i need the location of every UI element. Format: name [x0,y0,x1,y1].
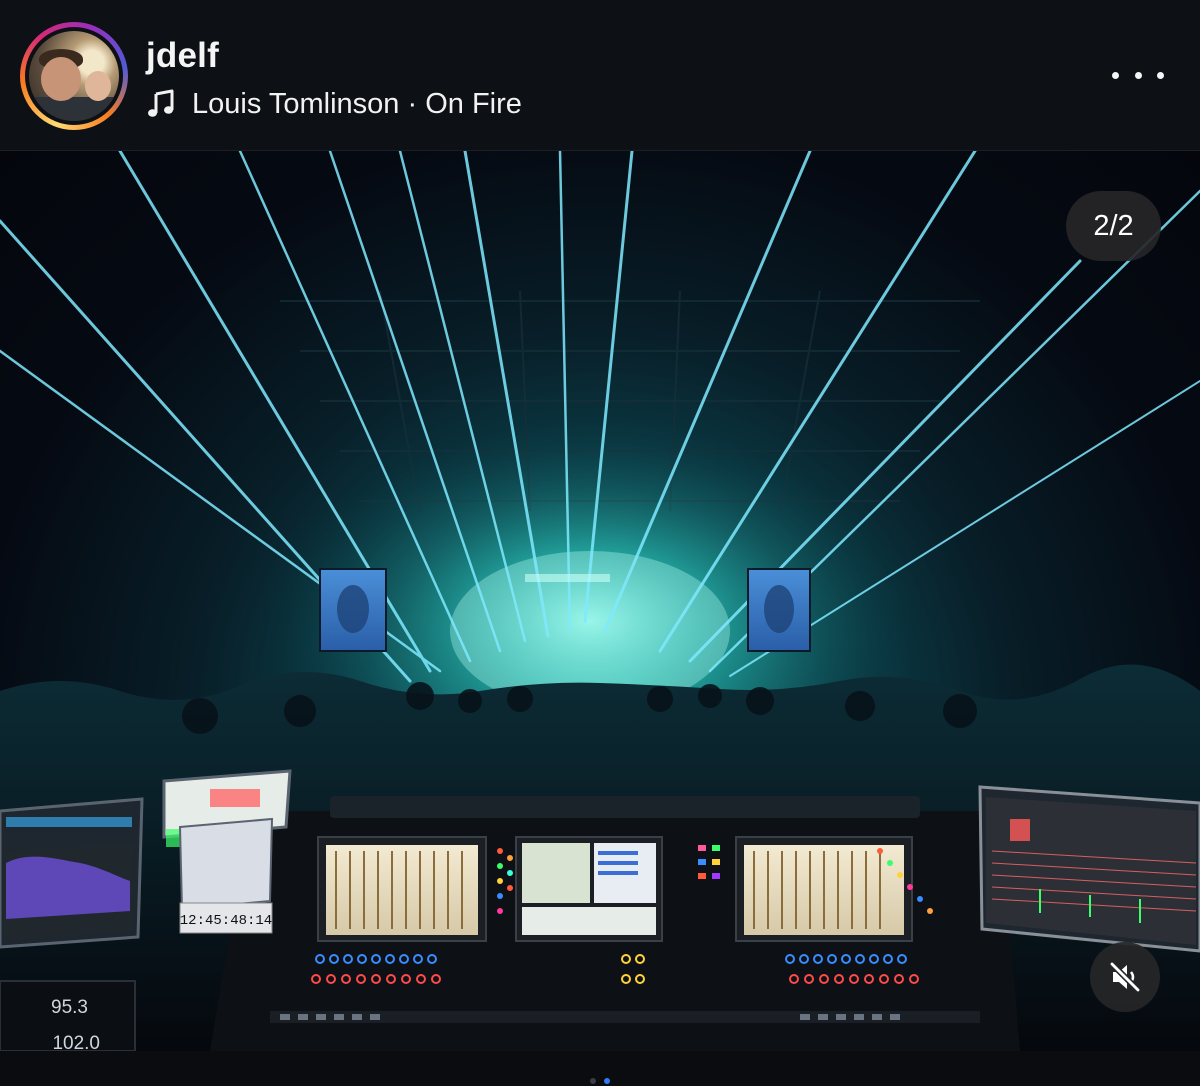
music-title: On Fire [425,87,522,120]
carousel-counter: 2/2 [1066,191,1161,261]
post-media-photo[interactable]: 12:45:48:14 95.3 102.0 [0,151,1200,1051]
more-options-icon [1112,71,1119,79]
post-header: jdelf Louis Tomlinson · On Fire [0,0,1200,151]
concert-photo: 12:45:48:14 95.3 102.0 [0,151,1200,1051]
more-options-button[interactable] [1112,60,1164,90]
username-link[interactable]: jdelf [146,36,219,76]
music-attribution[interactable]: Louis Tomlinson · On Fire [146,86,522,122]
level-readout-2: 102.0 [52,1033,100,1051]
carousel-dots [590,1078,610,1086]
story-ring[interactable] [20,22,128,130]
mute-toggle-button[interactable] [1090,942,1160,1012]
speaker-muted-icon [1109,961,1141,993]
user-avatar[interactable] [29,31,119,121]
level-readout-1: 95.3 [51,997,88,1018]
timecode-readout: 12:45:48:14 [180,913,272,929]
carousel-dot-2 [604,1078,610,1084]
music-artist: Louis Tomlinson [192,87,400,120]
carousel-dot-1 [590,1078,596,1084]
music-note-icon [148,89,174,117]
music-separator: · [399,87,426,120]
